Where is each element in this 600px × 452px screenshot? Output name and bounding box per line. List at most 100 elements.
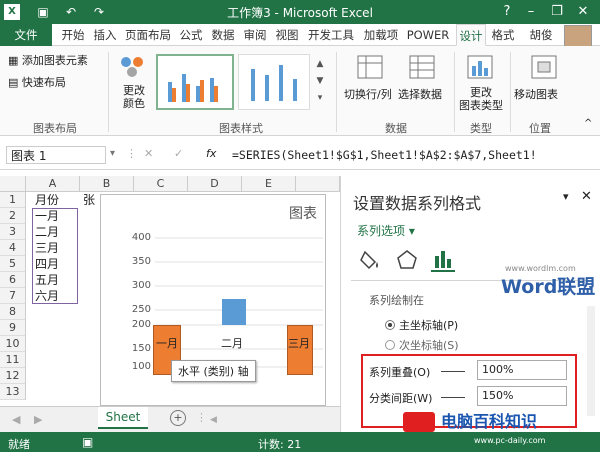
tab-review[interactable]: 审阅 <box>240 24 270 46</box>
fill-line-icon[interactable] <box>359 248 383 272</box>
close-icon[interactable]: ✕ <box>570 0 596 24</box>
cell-a2[interactable]: 一月 <box>34 208 78 224</box>
series-options-dropdown[interactable]: 系列选项 ▾ <box>357 222 415 239</box>
tab-developer[interactable]: 开发工具 <box>304 24 358 46</box>
row-header[interactable]: 8 <box>0 304 26 320</box>
brand-logo-icon <box>403 412 435 432</box>
tab-file[interactable]: 文件 <box>0 24 52 46</box>
pane-menu-icon[interactable]: ▾ <box>563 190 569 203</box>
bar-february[interactable] <box>222 299 246 325</box>
name-box-dropdown-icon[interactable]: ▾ <box>110 148 115 159</box>
column-header[interactable]: B <box>80 176 134 192</box>
quick-layout-button[interactable]: ▤ 快速布局 <box>8 74 66 90</box>
style-scroll[interactable]: ▲ ▼ ▾ <box>314 56 326 108</box>
tab-home[interactable]: 开始 <box>58 24 88 46</box>
move-chart-icon <box>530 54 558 80</box>
switch-row-col-button[interactable]: 切换行/列 <box>344 86 392 102</box>
help-icon[interactable]: ? <box>494 0 520 24</box>
select-all[interactable] <box>0 176 26 192</box>
row-header[interactable]: 9 <box>0 320 26 336</box>
move-chart-button[interactable]: 移动图表 <box>514 86 558 102</box>
minimize-icon[interactable]: – <box>518 0 544 24</box>
function-icon[interactable]: fx <box>206 147 216 160</box>
tab-addins[interactable]: 加载项 <box>360 24 402 46</box>
row-header[interactable]: 6 <box>0 272 26 288</box>
prev-sheet-icon[interactable]: ◀ <box>12 413 20 426</box>
row-header[interactable]: 4 <box>0 240 26 256</box>
chart-style-2[interactable] <box>238 54 310 110</box>
bar-label: 二月 <box>221 337 243 350</box>
tab-page-layout[interactable]: 页面布局 <box>122 24 174 46</box>
cell-a1[interactable]: 月份 <box>34 192 78 208</box>
row-header[interactable]: 11 <box>0 352 26 368</box>
next-sheet-icon[interactable]: ▶ <box>34 413 42 426</box>
user-name[interactable]: 胡俊 <box>528 24 554 46</box>
cell-b1[interactable]: 张 <box>82 192 100 208</box>
bar-label: 一月 <box>156 337 178 350</box>
gap-width-slider[interactable] <box>441 397 465 398</box>
gap-width-input[interactable]: 150% <box>477 386 567 406</box>
name-box[interactable]: 图表 1 <box>6 146 106 164</box>
gap-width-label: 分类间距(W) <box>369 392 433 405</box>
chart-style-1[interactable] <box>156 54 234 110</box>
status-bar: 就绪 ▣ 计数: 21 www.pc-daily.com <box>0 432 600 452</box>
row-header[interactable]: 10 <box>0 336 26 352</box>
secondary-axis-label: 次坐标轴(S) <box>399 339 459 352</box>
change-chart-type-button[interactable]: 更改 图表类型 <box>456 86 506 112</box>
tab-insert[interactable]: 插入 <box>90 24 120 46</box>
chart-area[interactable]: 图表 400 350 300 250 200 150 100 一月 二月 三月 … <box>100 194 326 406</box>
column-header[interactable] <box>296 176 340 192</box>
row-header[interactable]: 1 <box>0 192 26 208</box>
cell-a7[interactable]: 六月 <box>34 288 78 304</box>
enter-icon[interactable]: ✓ <box>174 147 183 160</box>
column-header[interactable]: E <box>242 176 296 192</box>
format-pane: 设置数据系列格式 ▾ ✕ 系列选项 ▾ 系列绘制在 主坐标轴(P) 次坐标轴(S… <box>340 176 600 432</box>
more-icon: ⋮ <box>126 147 137 160</box>
tab-design[interactable]: 设计 <box>456 24 486 46</box>
column-header[interactable]: A <box>26 176 80 192</box>
row-header[interactable]: 3 <box>0 224 26 240</box>
effects-icon[interactable] <box>395 248 419 272</box>
cancel-icon[interactable]: ✕ <box>144 147 153 160</box>
primary-axis-radio[interactable] <box>385 320 395 330</box>
cell-a4[interactable]: 三月 <box>34 240 78 256</box>
macro-icon[interactable]: ▣ <box>82 435 93 449</box>
tab-formulas[interactable]: 公式 <box>176 24 206 46</box>
status-count: 计数: 21 <box>258 438 302 451</box>
pane-scrollbar[interactable] <box>587 306 595 416</box>
restore-icon[interactable]: ❐ <box>544 0 570 24</box>
row-header[interactable]: 7 <box>0 288 26 304</box>
add-chart-element-button[interactable]: ▦ 添加图表元素 <box>8 52 88 68</box>
switch-row-col-icon <box>356 54 384 80</box>
series-options-icon[interactable] <box>431 248 455 272</box>
row-header[interactable]: 2 <box>0 208 26 224</box>
overlap-input[interactable]: 100% <box>477 360 567 380</box>
row-header[interactable]: 13 <box>0 384 26 400</box>
row-header[interactable]: 5 <box>0 256 26 272</box>
cell-a6[interactable]: 五月 <box>34 272 78 288</box>
row-header[interactable]: 12 <box>0 368 26 384</box>
pane-close-icon[interactable]: ✕ <box>581 189 592 204</box>
cell-a3[interactable]: 二月 <box>34 224 78 240</box>
change-type-icon <box>466 54 494 80</box>
overlap-slider[interactable] <box>441 371 465 372</box>
group-chart-styles: 图表样式 <box>219 122 263 135</box>
select-data-button[interactable]: 选择数据 <box>398 86 442 102</box>
cell-a5[interactable]: 四月 <box>34 256 78 272</box>
column-header[interactable]: C <box>134 176 188 192</box>
avatar[interactable] <box>564 25 592 47</box>
collapse-ribbon-icon[interactable]: ^ <box>584 118 592 129</box>
add-sheet-icon[interactable]: + <box>170 410 186 426</box>
sheet-tab[interactable]: Sheet <box>98 407 148 429</box>
ribbon: ▦ 添加图表元素 ▤ 快速布局 图表布局 更改 颜色 ▲ ▼ ▾ 图表样式 切换行/… <box>0 46 600 136</box>
tab-power[interactable]: POWER <box>404 24 452 46</box>
change-colors-button[interactable]: 更改 颜色 <box>118 84 150 110</box>
column-header[interactable]: D <box>188 176 242 192</box>
scroll-left-icon[interactable]: ◀ <box>210 415 217 425</box>
tab-format[interactable]: 格式 <box>488 24 518 46</box>
secondary-axis-radio[interactable] <box>385 340 395 350</box>
pane-title: 设置数据系列格式 <box>353 194 482 213</box>
tab-view[interactable]: 视图 <box>272 24 302 46</box>
formula-input[interactable]: =SERIES(Sheet1!$G$1,Sheet1!$A$2:$A$7,She… <box>232 146 584 164</box>
tab-data[interactable]: 数据 <box>208 24 238 46</box>
